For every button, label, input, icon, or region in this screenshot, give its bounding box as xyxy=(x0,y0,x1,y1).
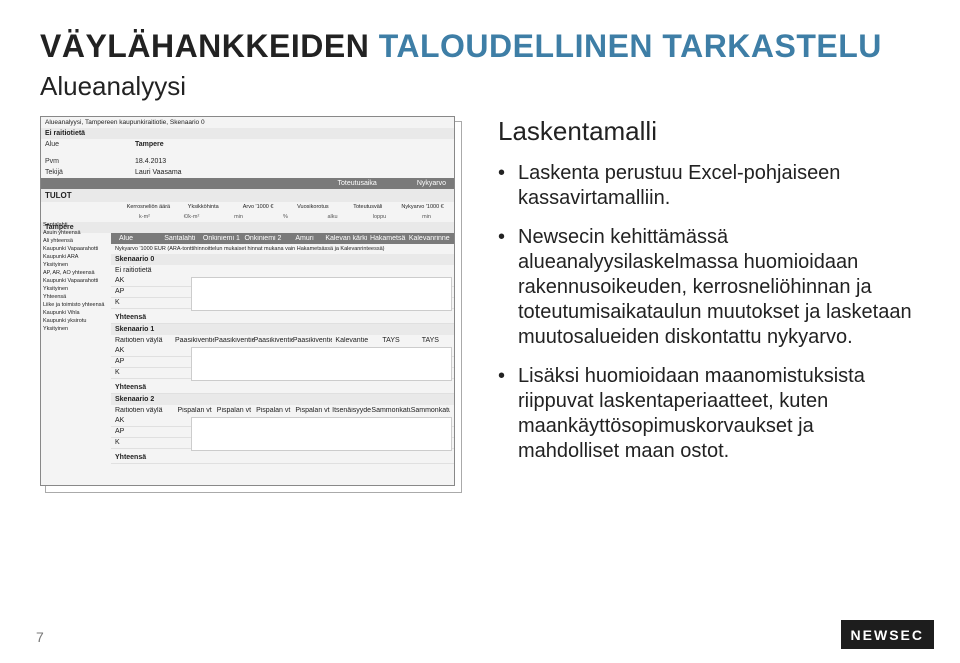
shot-breadcrumb: Alueanalyysi, Tampereen kaupunkiraitioti… xyxy=(41,117,454,128)
title-part1: VÄYLÄHANKKEIDEN xyxy=(40,28,379,64)
text-column: Laskentamalli Laskenta perustuu Excel-po… xyxy=(498,116,920,478)
page-number: 7 xyxy=(36,629,44,645)
bullet-1: Laskenta perustuu Excel-pohjaiseen kassa… xyxy=(498,161,920,211)
shot-sidebar: Santalahti Asuin yhteensä Ali yhteensä K… xyxy=(43,221,107,333)
title-part2: TALOUDELLINEN TARKASTELU xyxy=(379,28,882,64)
slide-subtitle: Alueanalyysi xyxy=(40,71,920,102)
shot-ei-raitio: Ei raitiotietä xyxy=(41,128,454,139)
slide-title: VÄYLÄHANKKEIDEN TALOUDELLINEN TARKASTELU xyxy=(40,28,920,65)
bullet-2: Newsecin kehittämässä alueanalyysilaskel… xyxy=(498,225,920,350)
text-heading: Laskentamalli xyxy=(498,116,920,147)
bullet-3: Lisäksi huomioidaan maanomistuksista rii… xyxy=(498,364,920,464)
screenshot-mock: Alueanalyysi, Tampereen kaupunkiraitioti… xyxy=(40,116,470,486)
newsec-logo: NEWSEC xyxy=(841,620,934,649)
